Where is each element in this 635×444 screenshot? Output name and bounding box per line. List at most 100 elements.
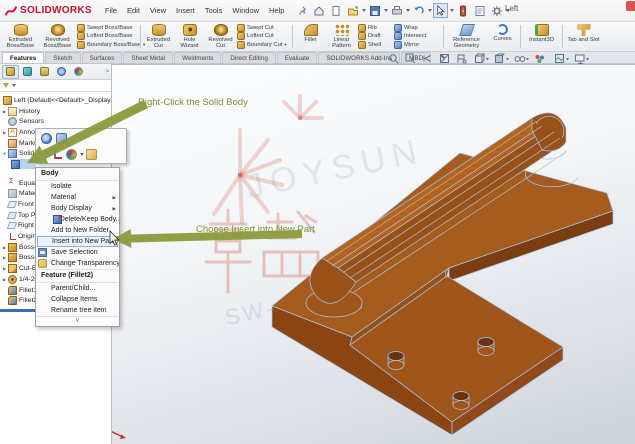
tab-sketch[interactable]: Sketch: [45, 52, 80, 63]
open-icon[interactable]: [345, 3, 360, 18]
ribbon-button-swept-cut[interactable]: Swept Cut: [236, 24, 290, 32]
ribbon-button-rib[interactable]: Rib: [357, 24, 393, 32]
ribbon-button-instant3d[interactable]: Instant3D: [523, 23, 560, 50]
ribbon-button-shell[interactable]: Shell: [357, 41, 393, 49]
expand-arrow-icon[interactable]: ▶: [1, 255, 8, 260]
hide-body-icon[interactable]: [41, 151, 50, 158]
undo-icon[interactable]: [411, 3, 426, 18]
select-caret[interactable]: [450, 9, 454, 12]
ribbon-button-intersect[interactable]: Intersect: [393, 32, 441, 40]
menu-item-body-display[interactable]: Body Display▶: [36, 203, 119, 214]
undo-caret[interactable]: [428, 9, 432, 12]
menu-item-collapse-items[interactable]: Collapse Items: [36, 294, 119, 305]
tree-item-root[interactable]: Left (Default<<Default>_Display State: [0, 95, 111, 106]
view-orientation-icon[interactable]: [476, 54, 485, 63]
menu-item-material[interactable]: Material▶: [36, 192, 119, 203]
expand-arrow-icon[interactable]: ▶: [1, 130, 8, 135]
view-settings-icon[interactable]: [576, 55, 585, 64]
ribbon-button-lofted-cut[interactable]: Lofted Cut: [236, 32, 290, 40]
edit-appearance-icon[interactable]: [536, 55, 545, 63]
home-icon[interactable]: [311, 3, 326, 18]
collapse-arrow-icon[interactable]: ▼: [1, 151, 8, 156]
ribbon-button-swept-boss-base[interactable]: Swept Boss/Base: [76, 24, 138, 32]
hide-show-items-icon[interactable]: [515, 57, 525, 62]
section-view-icon[interactable]: [441, 55, 449, 63]
file-properties-icon[interactable]: [472, 3, 487, 18]
displaymanager-tab[interactable]: [70, 65, 87, 79]
menu-file[interactable]: File: [100, 3, 122, 18]
tree-item-sensors[interactable]: Sensors: [0, 116, 111, 127]
previous-view-icon[interactable]: [424, 56, 431, 62]
normal-to-icon[interactable]: [54, 150, 62, 159]
menu-insert[interactable]: Insert: [171, 3, 200, 18]
tab-surfaces[interactable]: Surfaces: [82, 52, 123, 63]
filter-caret[interactable]: [12, 84, 16, 87]
menu-item-change-transparency[interactable]: Change Transparency: [36, 258, 119, 269]
expand-arrow-icon[interactable]: ▶: [1, 109, 8, 114]
options-gear-icon[interactable]: [489, 3, 504, 18]
menu-view[interactable]: View: [145, 3, 171, 18]
ribbon-button-curves[interactable]: Curves: [487, 23, 518, 50]
transparency-icon[interactable]: [86, 149, 97, 160]
menu-item-save-selection[interactable]: Save Selection: [36, 247, 119, 258]
featuremanager-tree-tab[interactable]: [2, 65, 19, 79]
appearance-icon[interactable]: [66, 149, 77, 160]
dimxpertmanager-tab[interactable]: [53, 65, 70, 79]
menu-item-parent-child[interactable]: Parent/Child...: [36, 283, 119, 294]
tab-evaluate[interactable]: Evaluate: [277, 52, 318, 63]
zoom-to-area-icon[interactable]: [406, 54, 415, 63]
ribbon-button-revolved-boss-base[interactable]: Revolved Boss/Base: [39, 23, 76, 50]
expand-arrow-icon[interactable]: ▶: [1, 266, 8, 271]
ribbon-button-extruded-cut[interactable]: Extruded Cut: [143, 23, 174, 50]
ribbon-button-hole-wizard[interactable]: Hole Wizard: [174, 23, 205, 50]
apply-scene-icon[interactable]: [556, 55, 564, 63]
save-icon[interactable]: [367, 3, 382, 18]
ribbon-button-revolved-cut[interactable]: Revolved Cut: [205, 23, 236, 50]
menu-window[interactable]: Window: [227, 3, 264, 18]
ribbon-button-reference-geometry[interactable]: Reference Geometry: [446, 23, 487, 50]
graphics-area[interactable]: [112, 64, 635, 444]
menu-item-add-to-new-folder[interactable]: Add to New Folder: [36, 225, 119, 236]
propertymanager-tab[interactable]: [19, 65, 36, 79]
menu-item-delete-keep-body[interactable]: Delete/Keep Body...: [36, 214, 119, 225]
ribbon-button-fillet[interactable]: Fillet: [295, 23, 326, 50]
panel-tabs-overflow-icon[interactable]: >: [105, 69, 109, 75]
ribbon-button-linear-pattern[interactable]: Linear Pattern: [326, 23, 357, 50]
tab-direct-editing[interactable]: Direct Editing: [222, 52, 275, 63]
tab-sheet-metal[interactable]: Sheet Metal: [123, 52, 173, 63]
appearance-caret[interactable]: [80, 153, 84, 156]
close-button[interactable]: [626, 1, 635, 11]
new-document-icon[interactable]: [328, 3, 343, 18]
menu-item-rename-tree-item[interactable]: Rename tree item: [36, 305, 119, 316]
boundary-cut-caret[interactable]: ▼: [283, 42, 287, 47]
open-caret[interactable]: [362, 9, 366, 12]
print-caret[interactable]: [406, 9, 410, 12]
zoom-to-fit-icon[interactable]: [390, 55, 398, 64]
ribbon-button-mirror[interactable]: Mirror: [393, 41, 441, 49]
ribbon-button-boundary-cut[interactable]: Boundary Cut▼: [236, 41, 290, 49]
menu-help[interactable]: Help: [264, 3, 289, 18]
menu-expand-button[interactable]: ∨: [36, 317, 119, 326]
menu-item-isolate[interactable]: Isolate: [36, 181, 119, 192]
menu-edit[interactable]: Edit: [122, 3, 145, 18]
ribbon-button-draft[interactable]: Draft: [357, 32, 393, 40]
invert-selection-icon[interactable]: [56, 133, 67, 144]
select-tool-icon[interactable]: [433, 3, 448, 18]
tab-weldments[interactable]: Weldments: [174, 52, 221, 63]
tree-filter-row[interactable]: [0, 80, 111, 92]
ribbon-button-extruded-boss-base[interactable]: Extruded Boss/Base: [2, 23, 39, 50]
expand-arrow-icon[interactable]: ▶: [1, 245, 8, 250]
ribbon-button-wrap[interactable]: Wrap: [393, 24, 441, 32]
expand-arrow-icon[interactable]: ▶: [1, 277, 8, 282]
pin-icon[interactable]: [294, 3, 309, 18]
save-caret[interactable]: [384, 9, 388, 12]
ribbon-button-lofted-boss-base[interactable]: Lofted Boss/Base: [76, 32, 138, 40]
ribbon-button-boundary-boss-base[interactable]: Boundary Boss/Base▼: [76, 41, 138, 49]
traffic-light-icon[interactable]: [455, 3, 470, 18]
menu-item-insert-into-new-part[interactable]: Insert into New Part...: [37, 236, 118, 247]
tab-features[interactable]: Features: [2, 52, 44, 63]
zoom-to-selection-icon[interactable]: [41, 133, 52, 144]
dynamic-annotation-views-icon[interactable]: [458, 55, 466, 63]
configurationmanager-tab[interactable]: [36, 65, 53, 79]
ribbon-button-tab-and-slot[interactable]: Tab and Slot: [565, 23, 602, 50]
